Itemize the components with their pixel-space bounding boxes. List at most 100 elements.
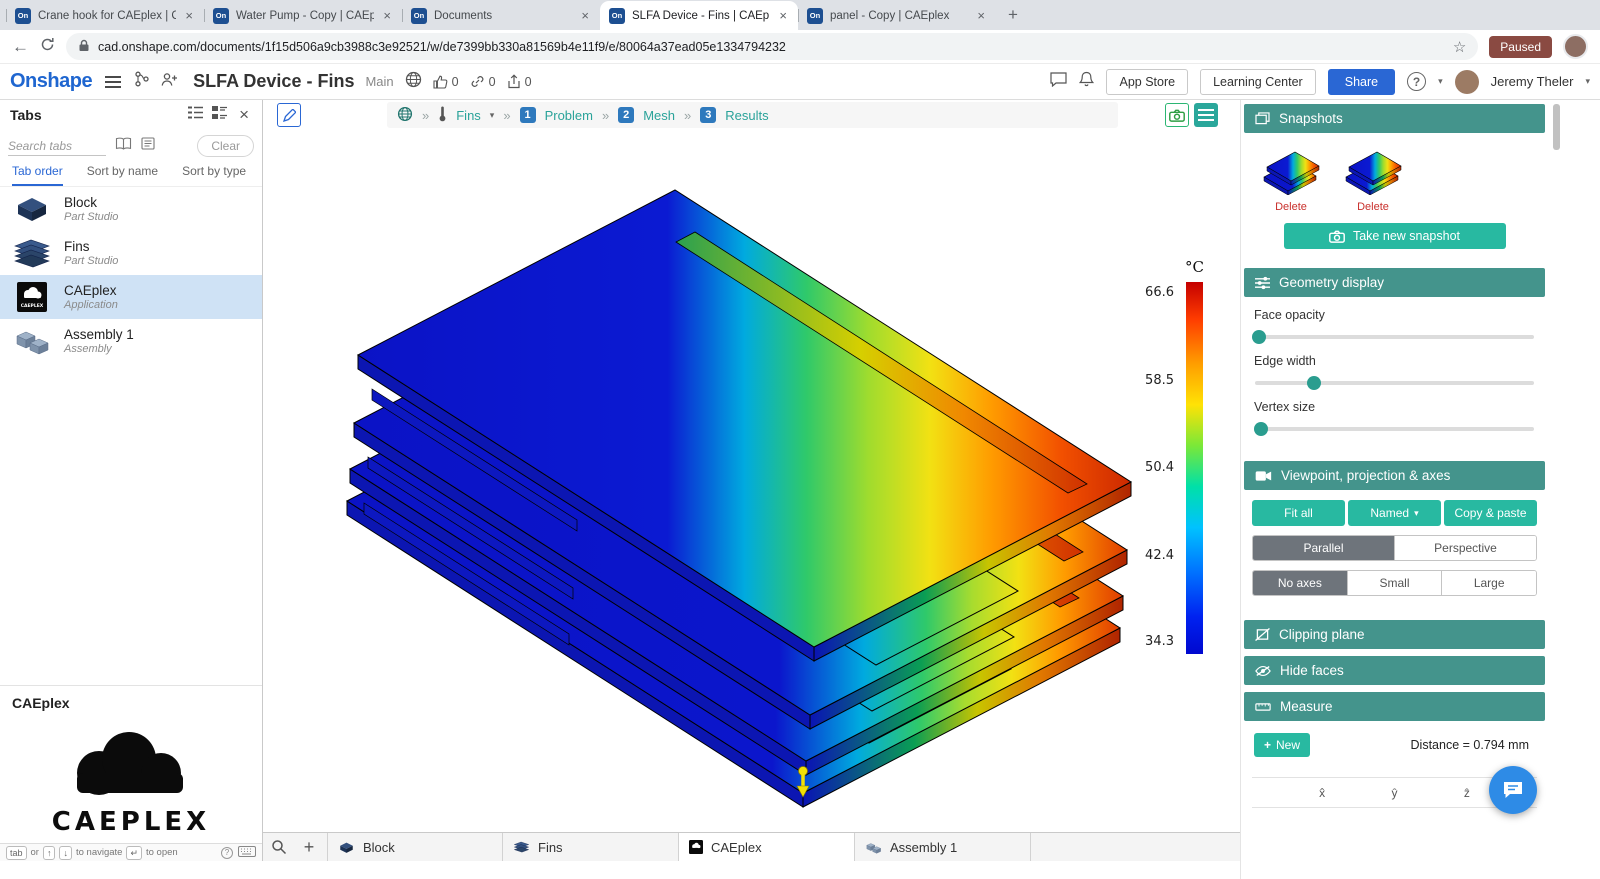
no-axes-option[interactable]: No axes	[1253, 571, 1347, 595]
browser-profile-avatar[interactable]	[1563, 34, 1588, 59]
clipping-plane-header[interactable]: Clipping plane	[1244, 620, 1545, 649]
likes-count[interactable]: 0	[433, 75, 459, 89]
3d-viewport[interactable]: °C 66.6 58.5 50.4 42.4 34.3	[263, 130, 1240, 832]
tab-order-tab[interactable]: Tab order	[12, 164, 63, 186]
screenshot-button[interactable]	[1165, 103, 1189, 127]
help-icon[interactable]: ?	[1407, 72, 1426, 91]
fea-model	[347, 190, 1131, 807]
bookmark-star-icon[interactable]: ☆	[1453, 38, 1466, 56]
comments-icon[interactable]	[1050, 72, 1067, 92]
panel-scrollbar[interactable]	[1553, 104, 1560, 150]
sliders-icon	[1255, 276, 1270, 290]
learning-center-button[interactable]: Learning Center	[1200, 69, 1316, 95]
list-view-icon[interactable]	[188, 106, 203, 124]
results-list-button[interactable]	[1194, 103, 1218, 127]
notifications-bell-icon[interactable]	[1079, 71, 1094, 92]
tab-close-icon[interactable]: ×	[975, 8, 987, 23]
sort-by-name-tab[interactable]: Sort by name	[87, 164, 158, 186]
element-tabs-bar: + Block Fins CAEplex Assembly 1	[263, 832, 1240, 861]
geometry-display-header[interactable]: Geometry display	[1244, 268, 1545, 297]
vertex-size-slider[interactable]	[1255, 422, 1534, 436]
copy-paste-view-button[interactable]: Copy & paste	[1444, 500, 1537, 526]
sidebar-item-fins[interactable]: Fins Part Studio	[0, 231, 262, 275]
tab-close-icon[interactable]: ×	[183, 8, 195, 23]
public-globe-icon[interactable]	[405, 71, 422, 93]
add-element-button[interactable]: +	[295, 833, 323, 861]
measure-header[interactable]: Measure	[1244, 692, 1545, 721]
slider-thumb[interactable]	[1254, 422, 1268, 436]
sync-paused-badge[interactable]: Paused	[1489, 36, 1552, 58]
open-book-icon[interactable]	[115, 137, 132, 155]
small-axes-option[interactable]: Small	[1347, 571, 1442, 595]
share-users-icon[interactable]	[161, 72, 178, 92]
notebook-icon[interactable]	[141, 137, 155, 155]
fit-all-button[interactable]: Fit all	[1252, 500, 1345, 526]
tab-close-icon[interactable]: ×	[579, 8, 591, 23]
large-axes-option[interactable]: Large	[1441, 571, 1536, 595]
edge-width-slider[interactable]	[1255, 376, 1534, 390]
browser-tab-documents[interactable]: On Documents ×	[402, 1, 600, 30]
onshape-logo[interactable]: Onshape	[10, 70, 92, 93]
app-store-button[interactable]: App Store	[1106, 69, 1188, 95]
slider-thumb[interactable]	[1307, 376, 1321, 390]
close-panel-icon[interactable]: ×	[236, 105, 252, 125]
sort-by-type-tab[interactable]: Sort by type	[182, 164, 246, 186]
versions-icon[interactable]	[134, 71, 150, 92]
snapshot-thumbnail[interactable]: Delete	[1338, 143, 1408, 213]
named-views-button[interactable]: Named▾	[1348, 500, 1441, 526]
tab-close-icon[interactable]: ×	[381, 8, 393, 23]
share-button[interactable]: Share	[1328, 69, 1395, 95]
workspace-name[interactable]: Main	[365, 74, 393, 89]
address-bar[interactable]: cad.onshape.com/documents/1f15d506a9cb39…	[66, 33, 1478, 60]
sidebar-item-block[interactable]: Block Part Studio	[0, 187, 262, 231]
tab-close-icon[interactable]: ×	[777, 8, 789, 23]
keyboard-icon[interactable]	[238, 846, 256, 860]
sidebar-item-assembly-1[interactable]: Assembly 1 Assembly	[0, 319, 262, 363]
face-opacity-slider[interactable]	[1255, 330, 1534, 344]
perspective-option[interactable]: Perspective	[1394, 536, 1536, 560]
hide-faces-header[interactable]: Hide faces	[1244, 656, 1545, 685]
step-problem-link[interactable]: Problem	[545, 108, 593, 123]
links-count[interactable]: 0	[470, 74, 496, 89]
item-name: Fins	[64, 239, 118, 254]
entity-dropdown[interactable]: Fins	[456, 108, 481, 123]
sidebar-item-caeplex[interactable]: CAEPLEX CAEplex Application	[0, 275, 262, 319]
exports-count[interactable]: 0	[507, 74, 532, 89]
delete-snapshot-link[interactable]: Delete	[1256, 201, 1326, 213]
search-elements-icon[interactable]	[263, 833, 295, 861]
take-new-snapshot-button[interactable]: Take new snapshot	[1284, 223, 1506, 249]
slider-thumb[interactable]	[1252, 330, 1266, 344]
parallel-option[interactable]: Parallel	[1253, 536, 1394, 560]
browser-tab-slfa-device[interactable]: On SLFA Device - Fins | CAEplex ×	[600, 1, 798, 30]
element-tab-assembly-1[interactable]: Assembly 1	[855, 833, 1031, 861]
entity-caret-icon[interactable]: ▾	[490, 110, 495, 121]
new-measure-button[interactable]: +New	[1254, 733, 1310, 757]
step-mesh-link[interactable]: Mesh	[643, 108, 675, 123]
scope-globe-icon[interactable]	[397, 106, 413, 125]
step-results-link[interactable]: Results	[725, 108, 768, 123]
browser-tab-crane-hook[interactable]: On Crane hook for CAEplex | CA ×	[6, 1, 204, 30]
part-studio-fins-icon	[9, 236, 55, 270]
snapshots-header[interactable]: Snapshots	[1244, 104, 1545, 133]
reload-icon[interactable]	[40, 37, 55, 57]
detail-view-icon[interactable]	[212, 106, 227, 124]
chat-widget-button[interactable]	[1489, 766, 1537, 814]
browser-tab-water-pump[interactable]: On Water Pump - Copy | CAEple ×	[204, 1, 402, 30]
onshape-favicon: On	[807, 8, 823, 24]
new-tab-button[interactable]: +	[1000, 2, 1026, 28]
snapshot-thumbnail[interactable]: Delete	[1256, 143, 1326, 213]
element-tab-caeplex[interactable]: CAEplex	[679, 833, 855, 861]
user-name[interactable]: Jeremy Theler	[1491, 74, 1574, 89]
shortcut-help-icon[interactable]: ?	[221, 847, 233, 859]
delete-snapshot-link[interactable]: Delete	[1338, 201, 1408, 213]
element-tab-fins[interactable]: Fins	[503, 833, 679, 861]
main-menu-icon[interactable]	[103, 76, 123, 88]
element-tab-block[interactable]: Block	[327, 833, 503, 861]
search-tabs-input[interactable]	[8, 137, 106, 156]
clear-search-button[interactable]: Clear	[197, 135, 254, 157]
back-icon[interactable]: ←	[12, 38, 29, 55]
browser-tab-panel-copy[interactable]: On panel - Copy | CAEplex ×	[798, 1, 996, 30]
edit-button[interactable]	[277, 103, 301, 127]
viewpoint-header[interactable]: Viewpoint, projection & axes	[1244, 461, 1545, 490]
user-avatar[interactable]	[1455, 70, 1479, 94]
